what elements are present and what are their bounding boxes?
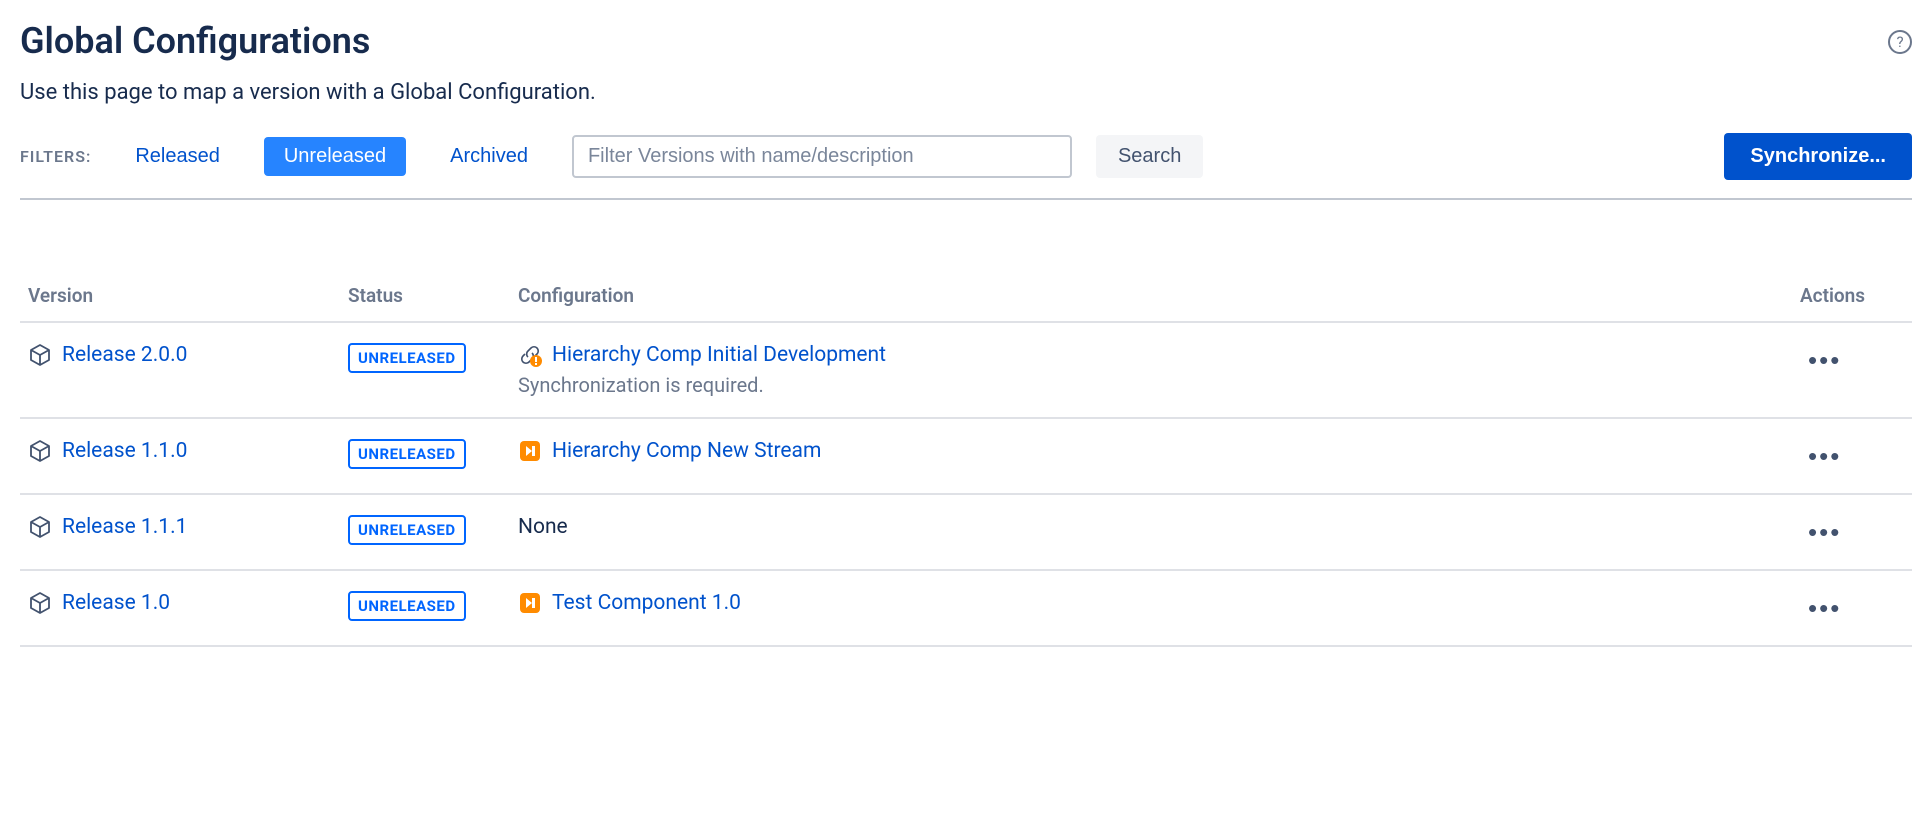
version-link[interactable]: Release 2.0.0 [62, 343, 187, 367]
status-badge: UNRELEASED [348, 343, 466, 373]
row-actions-button[interactable]: ••• [1800, 591, 1849, 625]
filter-archived[interactable]: Archived [430, 137, 548, 176]
configuration-link[interactable]: Hierarchy Comp Initial Development [552, 343, 886, 367]
row-actions-button[interactable]: ••• [1800, 515, 1849, 549]
version-link[interactable]: Release 1.1.1 [62, 515, 187, 539]
help-icon[interactable]: ? [1888, 30, 1912, 54]
table-row: Release 1.0 UNRELEASED Test Component 1.0 •… [20, 570, 1912, 646]
col-header-configuration: Configuration [510, 270, 1792, 322]
status-badge: UNRELEASED [348, 439, 466, 469]
synchronize-button[interactable]: Synchronize... [1724, 133, 1912, 180]
filters-label: FILTERS: [20, 147, 91, 166]
page-title: Global Configurations [20, 20, 370, 62]
version-link[interactable]: Release 1.1.0 [62, 439, 187, 463]
col-header-actions: Actions [1792, 270, 1912, 322]
filter-bar: FILTERS: Released Unreleased Archived Se… [20, 133, 1912, 200]
filter-unreleased[interactable]: Unreleased [264, 137, 406, 176]
table-row: Release 1.1.0 UNRELEASED Hierarchy Comp Ne… [20, 418, 1912, 494]
status-badge: UNRELEASED [348, 591, 466, 621]
version-link[interactable]: Release 1.0 [62, 591, 170, 615]
stream-icon [518, 591, 542, 615]
page-subtitle: Use this page to map a version with a Gl… [20, 80, 1912, 105]
stream-icon [518, 439, 542, 463]
search-button[interactable]: Search [1096, 135, 1203, 178]
package-icon [28, 439, 52, 463]
col-header-status: Status [340, 270, 510, 322]
table-row: Release 1.1.1 UNRELEASED None ••• [20, 494, 1912, 570]
configuration-none: None [518, 515, 568, 539]
versions-table: Version Status Configuration Actions Rel… [20, 270, 1912, 647]
row-actions-button[interactable]: ••• [1800, 439, 1849, 473]
status-badge: UNRELEASED [348, 515, 466, 545]
package-icon [28, 343, 52, 367]
filter-released[interactable]: Released [115, 137, 240, 176]
row-actions-button[interactable]: ••• [1800, 343, 1849, 377]
package-icon [28, 515, 52, 539]
search-input[interactable] [572, 135, 1072, 178]
configuration-link[interactable]: Hierarchy Comp New Stream [552, 439, 821, 463]
configuration-note: Synchronization is required. [518, 373, 1784, 397]
warn-link-icon [518, 343, 542, 367]
configuration-link[interactable]: Test Component 1.0 [552, 591, 741, 615]
col-header-version: Version [20, 270, 340, 322]
package-icon [28, 591, 52, 615]
table-row: Release 2.0.0 UNRELEASED Hierarchy Comp In… [20, 322, 1912, 418]
